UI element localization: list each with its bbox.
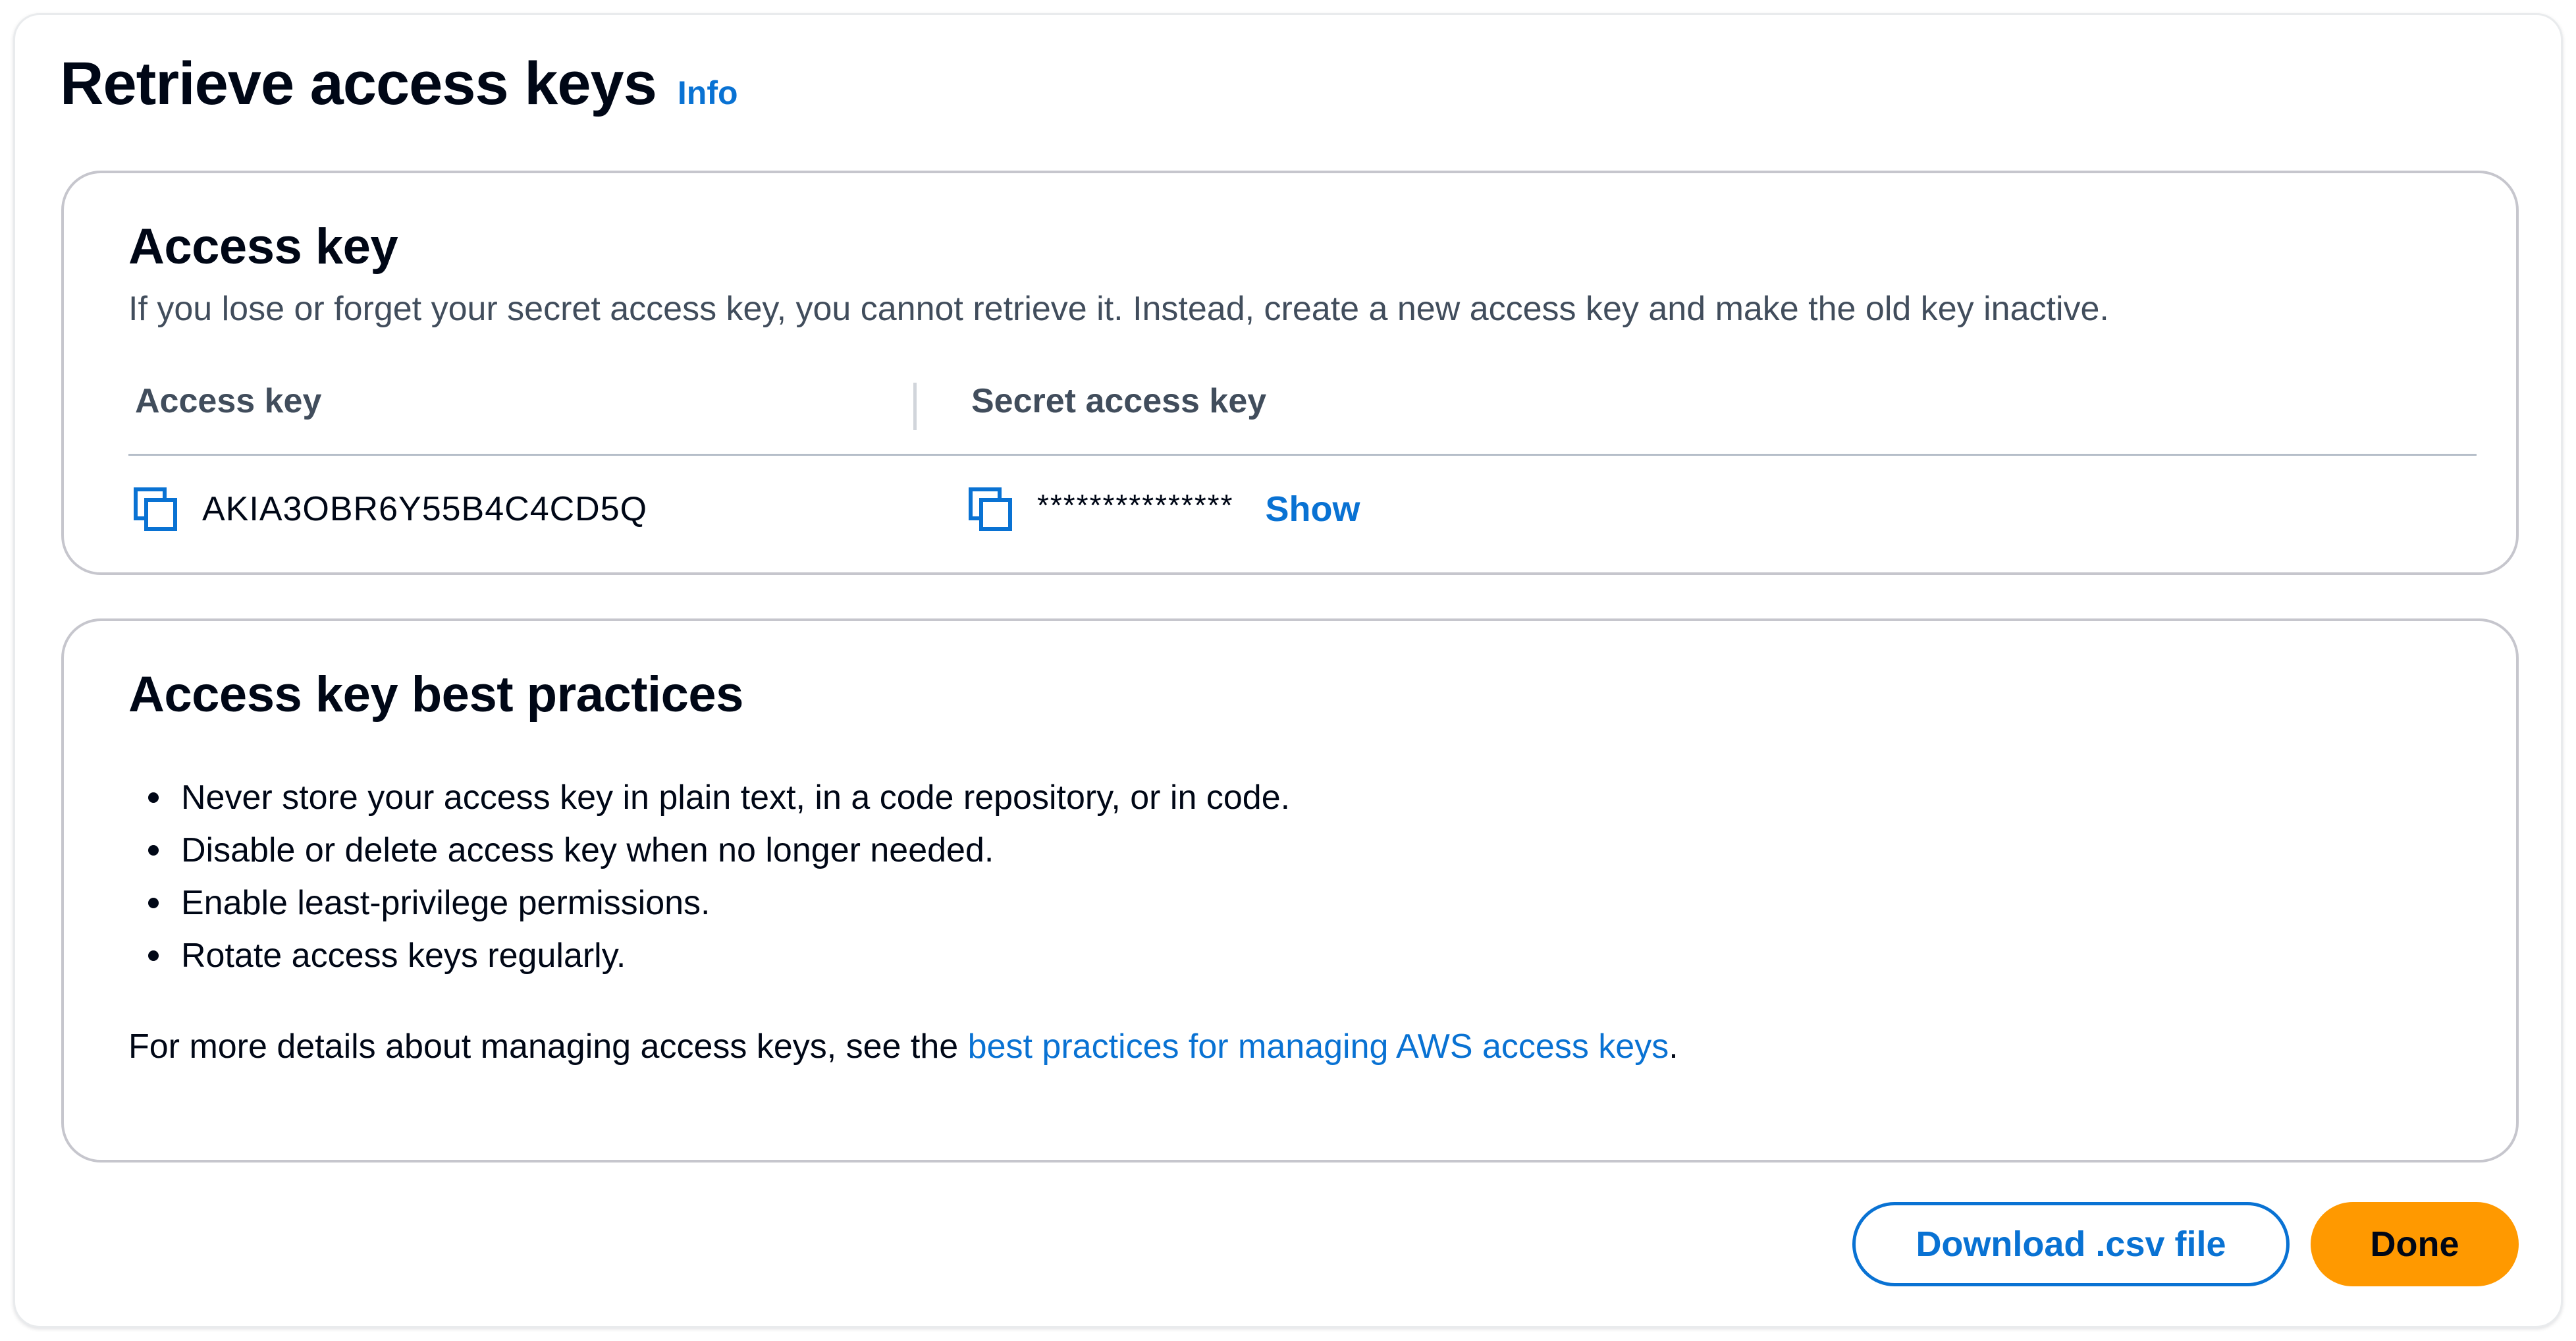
- access-key-container: Access key If you lose or forget your se…: [61, 171, 2519, 575]
- access-key-cell: AKIA3OBR6Y55B4C4CD5Q: [131, 483, 647, 535]
- page-header: Retrieve access keys Info: [60, 49, 738, 119]
- best-practices-list: Never store your access key in plain tex…: [128, 771, 1290, 982]
- column-header-secret-access-key: Secret access key: [971, 382, 1267, 420]
- done-button[interactable]: Done: [2311, 1202, 2519, 1286]
- best-practices-title: Access key best practices: [128, 667, 743, 723]
- download-csv-button[interactable]: Download .csv file: [1852, 1202, 2290, 1286]
- list-item: Never store your access key in plain tex…: [128, 771, 1290, 824]
- page-title: Retrieve access keys: [60, 50, 657, 117]
- copy-access-key-icon[interactable]: [131, 485, 180, 534]
- retrieve-access-keys-page: Retrieve access keys Info Access key If …: [13, 13, 2563, 1328]
- list-item: Enable least-privilege permissions.: [128, 877, 1290, 929]
- secret-access-key-cell: *************** Show: [966, 483, 1360, 535]
- info-link[interactable]: Info: [678, 74, 738, 112]
- table-header-divider: [128, 454, 2477, 456]
- list-item: Rotate access keys regularly.: [128, 929, 1290, 982]
- copy-secret-key-icon[interactable]: [966, 485, 1015, 534]
- access-key-value: AKIA3OBR6Y55B4C4CD5Q: [202, 490, 648, 528]
- column-divider: [913, 383, 917, 430]
- access-key-section-title: Access key: [128, 219, 398, 275]
- best-practices-link[interactable]: best practices for managing AWS access k…: [968, 1027, 1669, 1066]
- access-key-description: If you lose or forget your secret access…: [128, 290, 2109, 328]
- list-item: Disable or delete access key when no lon…: [128, 824, 1290, 877]
- column-header-access-key: Access key: [135, 382, 322, 420]
- best-practices-container: Access key best practices Never store yo…: [61, 618, 2519, 1163]
- secret-access-key-masked: ***************: [1037, 488, 1234, 522]
- show-secret-key-link[interactable]: Show: [1266, 489, 1360, 530]
- more-details-suffix: .: [1669, 1027, 1678, 1066]
- more-details-prefix: For more details about managing access k…: [128, 1027, 968, 1066]
- more-details-text: For more details about managing access k…: [128, 1027, 1678, 1066]
